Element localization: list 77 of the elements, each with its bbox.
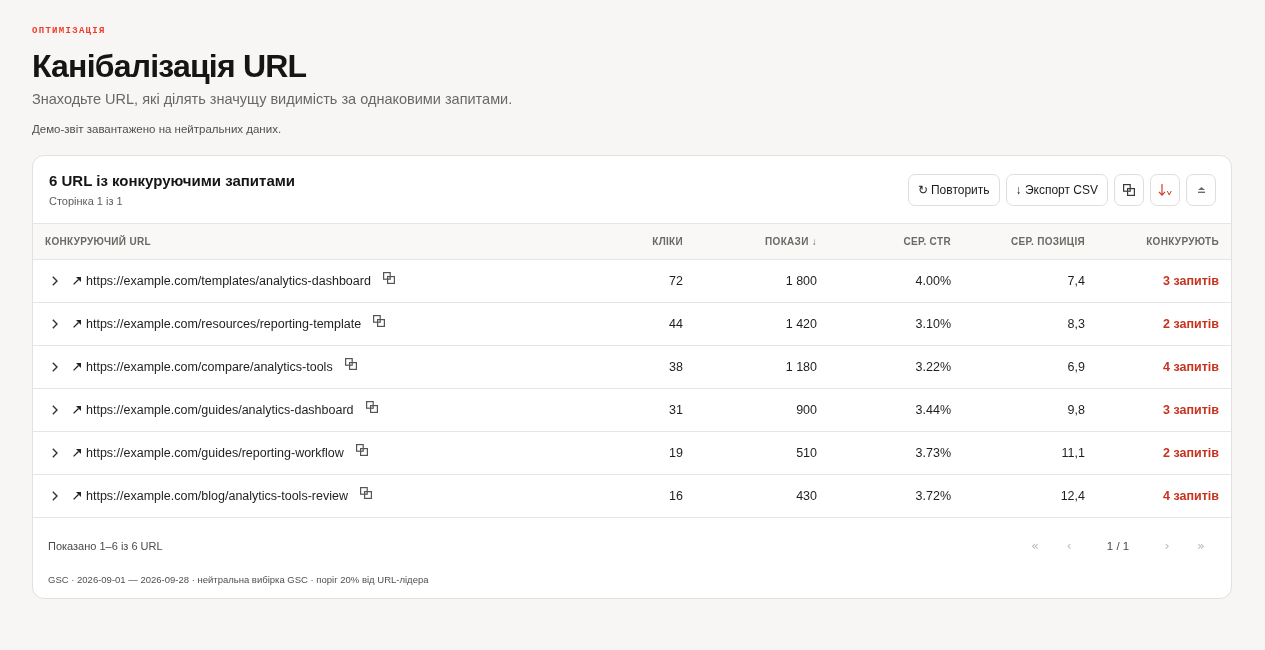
- table-cell-text: 6,9: [1066, 360, 1086, 374]
- copy-icon: [359, 487, 372, 499]
- copy-icon: [344, 358, 357, 370]
- table-cell-text: 3.72%: [914, 489, 952, 503]
- copy-button[interactable]: [373, 315, 386, 327]
- toolbar-button[interactable]: ↓ Экспорт CSV: [1005, 173, 1108, 206]
- collapse-button[interactable]: [1186, 173, 1216, 206]
- column-header: КОНКУРУЮТЬ: [1145, 236, 1220, 247]
- copy-button[interactable]: [365, 401, 378, 413]
- table-cell-text: 7,4: [1066, 274, 1086, 288]
- table-cell-text: 3 запитів: [1162, 403, 1220, 417]
- table-cell-text: 44: [668, 317, 684, 331]
- arrow-down-icon: [1158, 183, 1172, 196]
- table-cell-text: 8,3: [1066, 317, 1086, 331]
- diagonal-arrow-icon: [73, 492, 81, 500]
- table-cell-text: 9,8: [1066, 403, 1086, 417]
- url-link[interactable]: https://example.com/guides/reporting-workflow: [73, 446, 344, 460]
- table-cell-text: 3.22%: [914, 360, 952, 374]
- column-header: СЕР. CTR: [902, 236, 952, 247]
- copy-icon: [1123, 183, 1135, 196]
- table-cell-text: 1 180: [784, 360, 818, 374]
- table-cell-text: 19: [668, 446, 684, 460]
- copy-button[interactable]: [359, 487, 372, 499]
- diagonal-arrow-icon: [73, 320, 81, 328]
- table-cell-text: 2 запитів: [1162, 317, 1220, 331]
- table-cell-text: 4 запитів: [1162, 360, 1220, 374]
- copy-button[interactable]: [344, 358, 357, 370]
- copy-icon: [355, 444, 368, 456]
- results-summary: Показано 1–6 із 6 URL: [48, 539, 163, 554]
- page-title: Канібалізація URL: [32, 47, 307, 86]
- copy-button[interactable]: [382, 272, 395, 284]
- page-indicator: 1 / 1: [1105, 540, 1131, 552]
- diagonal-arrow-icon: [73, 449, 81, 457]
- column-header: КОНКУРУЮЧИЙ URL: [44, 236, 152, 247]
- diagonal-arrow-icon: [73, 406, 81, 414]
- table-cell-text: 3.44%: [914, 403, 952, 417]
- table-cell-text: 430: [795, 489, 818, 503]
- column-header: СЕР. ПОЗИЦІЯ: [1010, 236, 1086, 247]
- table-cell-text: 12,4: [1059, 489, 1086, 503]
- table-cell-text: 2 запитів: [1162, 446, 1220, 460]
- section-label: ОПТИМІЗАЦІЯ: [32, 25, 106, 37]
- table-cell-text: 3.73%: [914, 446, 952, 460]
- card-title: 6 URL із конкуруючими запитами: [49, 171, 296, 191]
- diagonal-arrow-icon: [73, 277, 81, 285]
- table-cell-text: 38: [668, 360, 684, 374]
- table-cell-text: 31: [668, 403, 684, 417]
- table-cell-text: 510: [795, 446, 818, 460]
- status-note: Демо-звіт завантажено на нейтральних даних.: [32, 122, 282, 137]
- column-header: ПОКАЗИ ↓: [764, 236, 818, 247]
- data-source-note: GSC · 2026-09-01 — 2026-09-28 · нейтральна вибірка GSC · поріг 20% від URL-лідера: [48, 573, 430, 587]
- page-count: Сторінка 1 із 1: [49, 194, 123, 208]
- url-link[interactable]: https://example.com/templates/analytics-dashboard: [73, 274, 371, 288]
- copy-button[interactable]: [355, 444, 368, 456]
- diagonal-arrow-icon: [73, 363, 81, 371]
- caret-up-icon: [1197, 186, 1205, 193]
- table-cell-text: 1 420: [784, 317, 818, 331]
- table-cell-text: 1 800: [784, 274, 818, 288]
- toolbar-button[interactable]: ↻ Повторить: [907, 173, 1000, 206]
- url-link[interactable]: https://example.com/blog/analytics-tools-review: [73, 489, 348, 503]
- table-cell-text: 72: [668, 274, 684, 288]
- table-cell-text: 16: [668, 489, 684, 503]
- table-cell-text: 900: [795, 403, 818, 417]
- table-cell-text: 3 запитів: [1162, 274, 1220, 288]
- copy-icon: [382, 272, 395, 284]
- copy-icon: [373, 315, 386, 327]
- table-cell-text: 3.10%: [914, 317, 952, 331]
- table-cell-text: 11,1: [1060, 446, 1086, 460]
- url-link[interactable]: https://example.com/compare/analytics-tools: [73, 360, 333, 374]
- table-cell-text: 4 запитів: [1162, 489, 1220, 503]
- sort-button[interactable]: [1150, 173, 1180, 206]
- column-header: КЛІКИ: [651, 236, 684, 247]
- copy-icon: [365, 401, 378, 413]
- table-cell-text: 4.00%: [914, 274, 952, 288]
- copy-button[interactable]: [1114, 173, 1144, 206]
- url-link[interactable]: https://example.com/guides/analytics-dashboard: [73, 403, 354, 417]
- page-subtitle: Знаходьте URL, які ділять значущу видимість за однаковими запитами.: [32, 90, 513, 109]
- url-link[interactable]: https://example.com/resources/reporting-template: [73, 317, 362, 331]
